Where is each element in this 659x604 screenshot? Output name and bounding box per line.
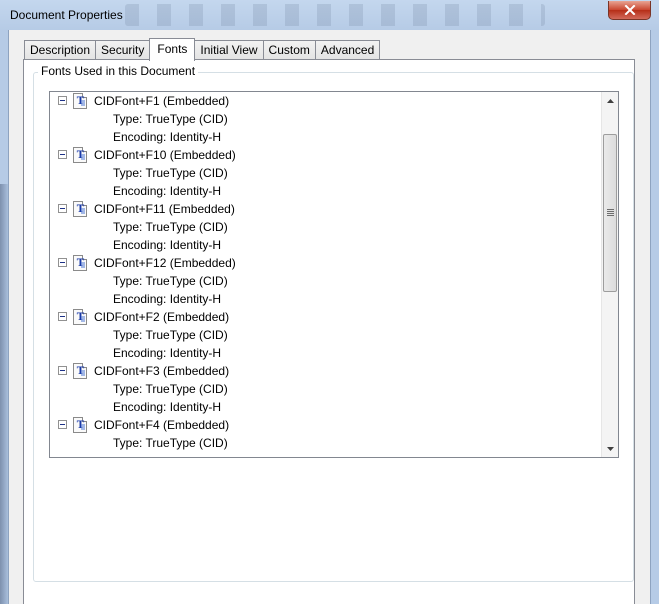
collapse-minus-icon[interactable] — [58, 150, 67, 159]
font-name: CIDFont+F3 (Embedded) — [94, 364, 230, 378]
font-node-header[interactable]: T CIDFont+F4 (Embedded) — [50, 416, 602, 434]
font-node-header[interactable]: T CIDFont+F11 (Embedded) — [50, 200, 602, 218]
truetype-font-icon: T — [73, 417, 87, 433]
font-name: CIDFont+F12 (Embedded) — [94, 256, 236, 270]
truetype-font-icon: T — [73, 255, 87, 271]
collapse-minus-icon[interactable] — [58, 312, 67, 321]
scrollbar-grip-icon — [607, 209, 614, 217]
font-type: Type: TrueType (CID) — [113, 166, 228, 180]
font-node-header[interactable]: T CIDFont+F10 (Embedded) — [50, 146, 602, 164]
font-encoding: Encoding: Identity-H — [113, 292, 222, 306]
font-encoding: Encoding: Identity-H — [113, 346, 222, 360]
font-node-header[interactable]: T CIDFont+F3 (Embedded) — [50, 362, 602, 380]
font-encoding: Encoding: Identity-H — [113, 130, 222, 144]
font-encoding: Encoding: Identity-H — [113, 400, 222, 414]
font-encoding: Encoding: Identity-H — [113, 184, 222, 198]
font-name: CIDFont+F1 (Embedded) — [94, 94, 230, 108]
fonts-tree-view[interactable]: T CIDFont+F1 (Embedded) Type: TrueType (… — [49, 91, 619, 458]
font-type: Type: TrueType (CID) — [113, 382, 228, 396]
font-type: Type: TrueType (CID) — [113, 436, 228, 450]
font-node: T CIDFont+F4 (Embedded) Type: TrueType (… — [50, 416, 602, 452]
truetype-font-icon: T — [73, 309, 87, 325]
font-type: Type: TrueType (CID) — [113, 328, 228, 342]
font-node-header[interactable]: T CIDFont+F1 (Embedded) — [50, 92, 602, 110]
window-title: Document Properties — [10, 8, 123, 22]
fonts-tab-panel: Fonts Used in this Document T CIDFont+F1… — [23, 59, 635, 604]
collapse-minus-icon[interactable] — [58, 366, 67, 375]
tab-initial-view[interactable]: Initial View — [194, 40, 264, 60]
font-node: T CIDFont+F2 (Embedded) Type: TrueType (… — [50, 308, 602, 362]
fonts-groupbox: Fonts Used in this Document T CIDFont+F1… — [33, 64, 634, 582]
background-toolbar-ghost — [125, 4, 545, 26]
title-bar[interactable]: Document Properties — [0, 0, 659, 31]
font-name: CIDFont+F2 (Embedded) — [94, 310, 230, 324]
font-node: T CIDFont+F1 (Embedded) Type: TrueType (… — [50, 92, 602, 146]
font-name: CIDFont+F11 (Embedded) — [94, 202, 235, 216]
fonts-group-label: Fonts Used in this Document — [38, 64, 199, 78]
tab-description[interactable]: Description — [24, 40, 97, 60]
truetype-font-icon: T — [73, 93, 87, 109]
scroll-down-button[interactable] — [602, 440, 618, 457]
scroll-up-arrow-icon — [606, 98, 614, 103]
font-name: CIDFont+F4 (Embedded) — [94, 418, 230, 432]
font-type: Type: TrueType (CID) — [113, 112, 228, 126]
truetype-font-icon: T — [73, 147, 87, 163]
scroll-down-arrow-icon — [606, 446, 614, 451]
font-node: T CIDFont+F3 (Embedded) Type: TrueType (… — [50, 362, 602, 416]
tab-advanced[interactable]: Advanced — [314, 40, 381, 60]
font-node: T CIDFont+F11 (Embedded) Type: TrueType … — [50, 200, 602, 254]
font-node-header[interactable]: T CIDFont+F2 (Embedded) — [50, 308, 602, 326]
dialog-client-area: Description Security Fonts Initial View … — [8, 30, 651, 604]
tab-custom[interactable]: Custom — [262, 40, 316, 60]
collapse-minus-icon[interactable] — [58, 258, 67, 267]
scrollbar-thumb[interactable] — [603, 134, 617, 292]
font-type: Type: TrueType (CID) — [113, 220, 228, 234]
close-x-icon — [624, 5, 635, 15]
close-button[interactable] — [608, 1, 651, 20]
scroll-up-button[interactable] — [602, 92, 618, 109]
collapse-minus-icon[interactable] — [58, 420, 67, 429]
font-node: T CIDFont+F12 (Embedded) Type: TrueType … — [50, 254, 602, 308]
collapse-minus-icon[interactable] — [58, 204, 67, 213]
font-node-header[interactable]: T CIDFont+F12 (Embedded) — [50, 254, 602, 272]
fonts-tree-content: T CIDFont+F1 (Embedded) Type: TrueType (… — [50, 92, 602, 452]
font-encoding: Encoding: Identity-H — [113, 238, 222, 252]
collapse-minus-icon[interactable] — [58, 96, 67, 105]
font-node: T CIDFont+F10 (Embedded) Type: TrueType … — [50, 146, 602, 200]
tab-fonts[interactable]: Fonts — [149, 38, 196, 61]
font-name: CIDFont+F10 (Embedded) — [94, 148, 236, 162]
font-type: Type: TrueType (CID) — [113, 274, 228, 288]
truetype-font-icon: T — [73, 201, 87, 217]
tab-security[interactable]: Security — [95, 40, 151, 60]
tab-strip: Description Security Fonts Initial View … — [24, 38, 381, 61]
tree-vertical-scrollbar[interactable] — [601, 92, 618, 457]
document-properties-window: Document Properties Description Security… — [0, 0, 659, 604]
window-edge-shadow — [0, 184, 8, 604]
truetype-font-icon: T — [73, 363, 87, 379]
